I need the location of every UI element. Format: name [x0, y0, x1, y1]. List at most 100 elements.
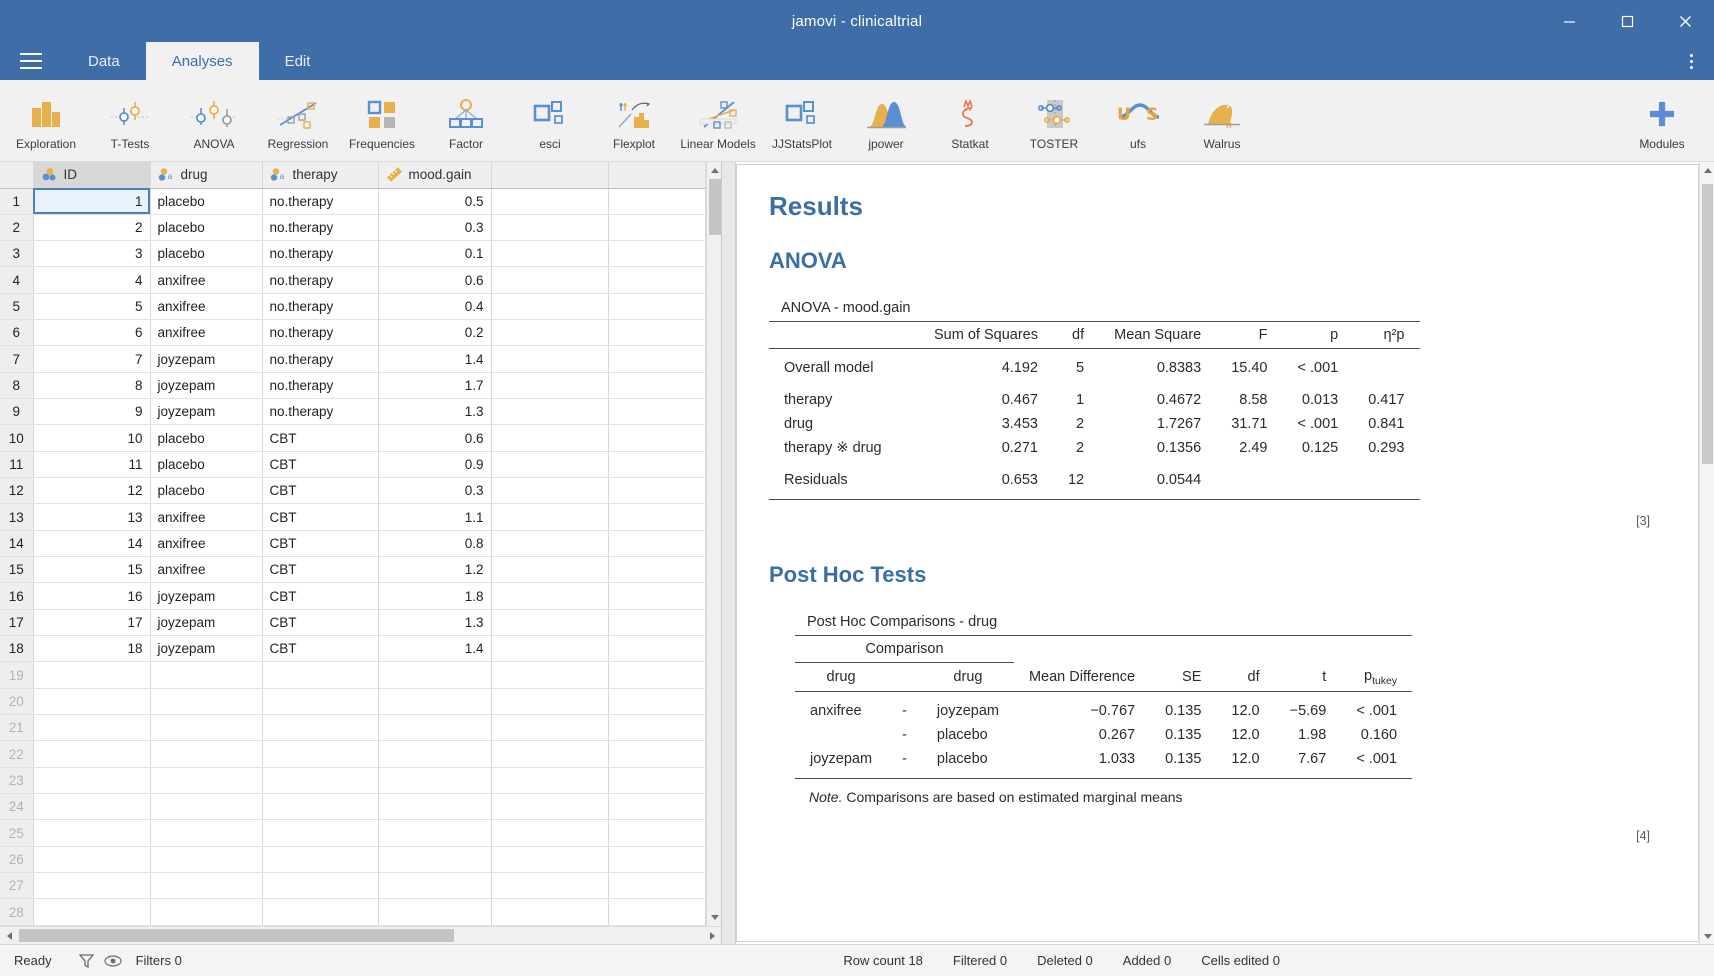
table-row[interactable]: 12 12 placebo CBT 0.3: [0, 477, 706, 505]
cell-empty[interactable]: [33, 846, 151, 874]
cell-empty[interactable]: [262, 714, 379, 742]
cell-empty[interactable]: [33, 714, 151, 742]
cell-mood-gain[interactable]: 0.1: [378, 240, 492, 268]
ribbon-ufs[interactable]: U S ufs: [1096, 80, 1180, 161]
row-header[interactable]: 25: [0, 819, 34, 847]
ribbon-t-tests[interactable]: T-Tests: [88, 80, 172, 161]
ribbon-frequencies[interactable]: Frequencies: [340, 80, 424, 161]
cell-id[interactable]: 4: [33, 266, 151, 294]
modules-button[interactable]: Modules: [1614, 80, 1710, 161]
cell-mood-gain[interactable]: 1.1: [378, 503, 492, 531]
cell-drug[interactable]: placebo: [150, 240, 263, 268]
table-row[interactable]: 1 1 placebo no.therapy 0.5: [0, 188, 706, 215]
row-header[interactable]: 13: [0, 503, 34, 531]
cell-empty[interactable]: [262, 767, 379, 795]
cell-drug[interactable]: anxifree: [150, 319, 263, 347]
cell-id[interactable]: 16: [33, 582, 151, 610]
cell-empty[interactable]: [608, 424, 706, 452]
table-row[interactable]: 6 6 anxifree no.therapy 0.2: [0, 319, 706, 347]
column-header-mood-gain[interactable]: mood.gain: [378, 162, 492, 189]
cell-id[interactable]: 10: [33, 424, 151, 452]
cell-empty[interactable]: [33, 767, 151, 795]
table-row-empty[interactable]: 19: [0, 661, 706, 689]
table-row-empty[interactable]: 24: [0, 793, 706, 821]
ribbon-linear-models[interactable]: Linear Models: [676, 80, 760, 161]
cell-empty[interactable]: [262, 688, 379, 716]
cell-empty[interactable]: [491, 740, 609, 768]
cell-id[interactable]: 5: [33, 293, 151, 321]
table-row[interactable]: 11 11 placebo CBT 0.9: [0, 451, 706, 479]
cell-empty[interactable]: [150, 793, 263, 821]
column-header-id[interactable]: ID: [33, 162, 151, 189]
cell-therapy[interactable]: no.therapy: [262, 214, 379, 242]
table-row-empty[interactable]: 25: [0, 819, 706, 847]
cell-drug[interactable]: placebo: [150, 451, 263, 479]
cell-empty[interactable]: [378, 740, 492, 768]
cell-drug[interactable]: anxifree: [150, 503, 263, 531]
cell-empty[interactable]: [491, 240, 609, 268]
cell-empty[interactable]: [262, 793, 379, 821]
cell-id[interactable]: 7: [33, 345, 151, 373]
table-row[interactable]: 13 13 anxifree CBT 1.1: [0, 503, 706, 531]
cell-empty[interactable]: [608, 503, 706, 531]
cell-therapy[interactable]: no.therapy: [262, 398, 379, 426]
ribbon-jjstatsplot[interactable]: JJStatsPlot: [760, 80, 844, 161]
cell-drug[interactable]: placebo: [150, 424, 263, 452]
cell-drug[interactable]: placebo: [150, 477, 263, 505]
cell-mood-gain[interactable]: 0.3: [378, 477, 492, 505]
cell-therapy[interactable]: no.therapy: [262, 293, 379, 321]
cell-empty[interactable]: [608, 714, 706, 742]
cell-drug[interactable]: joyzepam: [150, 609, 263, 637]
cell-empty[interactable]: [262, 872, 379, 900]
cell-therapy[interactable]: CBT: [262, 556, 379, 584]
scroll-down-arrow[interactable]: [706, 909, 721, 926]
cell-therapy[interactable]: no.therapy: [262, 240, 379, 268]
row-header[interactable]: 15: [0, 556, 34, 584]
cell-therapy[interactable]: CBT: [262, 503, 379, 531]
cell-empty[interactable]: [33, 898, 151, 926]
column-header-drug[interactable]: a drug: [150, 162, 263, 189]
cell-therapy[interactable]: CBT: [262, 424, 379, 452]
cell-id[interactable]: 8: [33, 372, 151, 400]
cell-empty[interactable]: [491, 503, 609, 531]
cell-empty[interactable]: [608, 793, 706, 821]
cell-empty[interactable]: [262, 740, 379, 768]
cell-empty[interactable]: [608, 556, 706, 584]
table-row[interactable]: 17 17 joyzepam CBT 1.3: [0, 609, 706, 637]
column-header-therapy[interactable]: a therapy: [262, 162, 379, 189]
cell-id[interactable]: 6: [33, 319, 151, 347]
cell-mood-gain[interactable]: 0.3: [378, 214, 492, 242]
posthoc-heading[interactable]: Post Hoc Tests: [769, 562, 1668, 588]
cell-empty[interactable]: [608, 345, 706, 373]
row-header[interactable]: 27: [0, 872, 34, 900]
cell-id[interactable]: 11: [33, 451, 151, 479]
table-row-empty[interactable]: 27: [0, 872, 706, 900]
ribbon-exploration[interactable]: Exploration: [4, 80, 88, 161]
cell-empty[interactable]: [608, 688, 706, 716]
row-header[interactable]: 10: [0, 424, 34, 452]
cell-empty[interactable]: [491, 582, 609, 610]
cell-drug[interactable]: placebo: [150, 214, 263, 242]
cell-empty[interactable]: [491, 214, 609, 242]
table-row[interactable]: 7 7 joyzepam no.therapy 1.4: [0, 345, 706, 373]
table-row-empty[interactable]: 26: [0, 846, 706, 874]
cell-empty[interactable]: [33, 872, 151, 900]
cell-empty[interactable]: [608, 872, 706, 900]
cell-empty[interactable]: [608, 398, 706, 426]
cell-empty[interactable]: [378, 688, 492, 716]
ribbon-factor[interactable]: Factor: [424, 80, 508, 161]
cell-empty[interactable]: [150, 872, 263, 900]
cell-drug[interactable]: anxifree: [150, 266, 263, 294]
cell-id[interactable]: 1: [33, 188, 151, 215]
cell-therapy[interactable]: no.therapy: [262, 266, 379, 294]
row-header[interactable]: 3: [0, 240, 34, 268]
anova-heading[interactable]: ANOVA: [769, 248, 1668, 274]
row-header[interactable]: 12: [0, 477, 34, 505]
cell-drug[interactable]: joyzepam: [150, 635, 263, 663]
cell-empty[interactable]: [491, 872, 609, 900]
cell-empty[interactable]: [33, 793, 151, 821]
table-row[interactable]: 15 15 anxifree CBT 1.2: [0, 556, 706, 584]
column-header-empty-2[interactable]: [608, 162, 706, 189]
cell-empty[interactable]: [491, 556, 609, 584]
cell-empty[interactable]: [491, 188, 609, 215]
